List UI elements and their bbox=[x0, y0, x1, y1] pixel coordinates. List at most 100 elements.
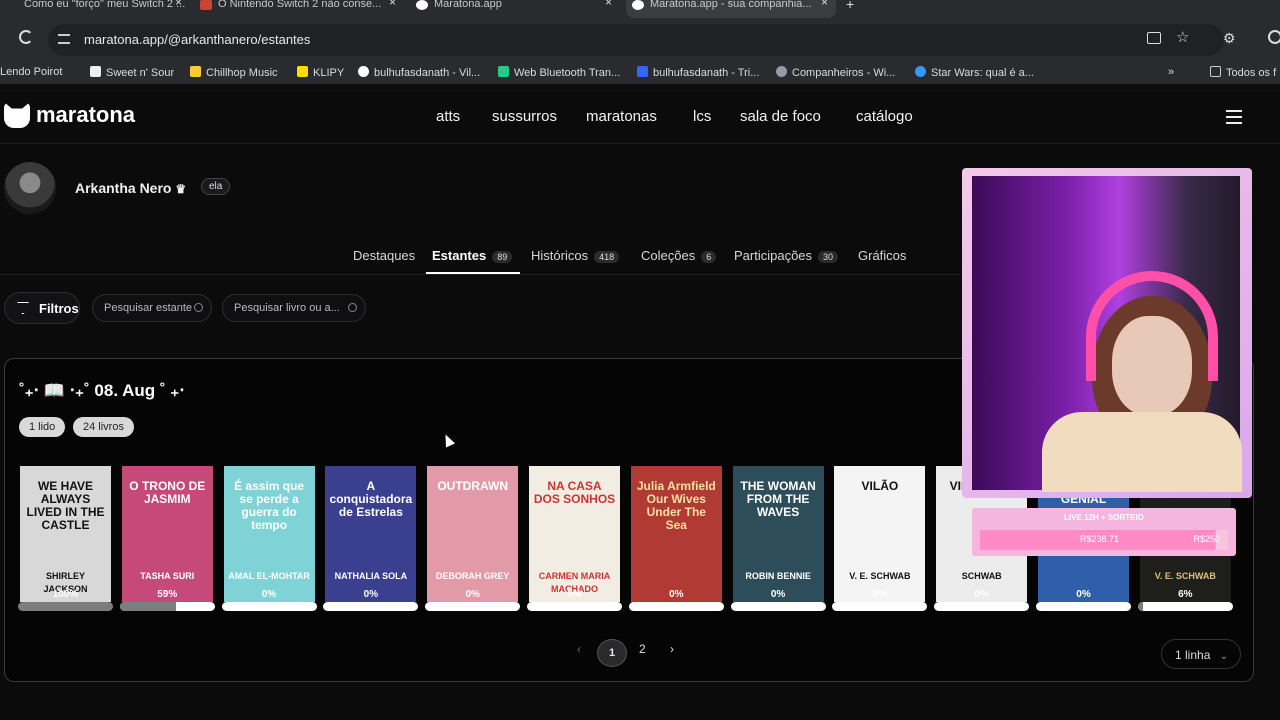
book-cover[interactable]: THE WOMAN FROM THE WAVES ROBIN BENNIE bbox=[732, 466, 824, 602]
bookmark-item[interactable]: Lendo Poirot bbox=[0, 66, 62, 78]
tab-participacoes[interactable]: Participações 30 bbox=[734, 248, 839, 263]
book-cover[interactable]: OUTDRAWN DEBORAH GREY bbox=[427, 466, 519, 602]
webcam-overlay bbox=[962, 168, 1252, 498]
search-book-placeholder: Pesquisar livro ou a... bbox=[234, 302, 340, 314]
bookmark-favicon-icon bbox=[915, 66, 926, 77]
rows-select[interactable]: 1 linha ⌄ bbox=[1161, 639, 1241, 669]
site-logo[interactable]: maratona bbox=[4, 102, 135, 128]
book-progress-fill bbox=[1137, 602, 1144, 611]
folder-icon bbox=[1210, 66, 1221, 77]
browser-tab[interactable]: O Nintendo Switch 2 não conse... × bbox=[194, 0, 404, 18]
url-text: maratona.app/@arkanthanero/estantes bbox=[84, 32, 311, 47]
all-bookmarks-label: Todos os f bbox=[1226, 67, 1277, 79]
shelf-title[interactable]: ˚₊‧ 📖 ‧₊˚ 08. Aug ˚ ₊‧ bbox=[19, 381, 185, 401]
next-page-icon[interactable]: › bbox=[670, 642, 674, 656]
site-info-icon[interactable] bbox=[58, 34, 70, 44]
browser-tab-active[interactable]: Maratona.app - sua companhia... × bbox=[626, 0, 836, 18]
bookmark-item[interactable]: bulhufasdanath - Tri... bbox=[637, 66, 759, 79]
profile-name: Arkantha Nero ♛ bbox=[75, 180, 186, 196]
nav-sussurros[interactable]: sussurros bbox=[492, 108, 557, 125]
bookmark-item[interactable]: Chillhop Music bbox=[190, 66, 278, 79]
page-1-button[interactable]: 1 bbox=[597, 639, 627, 667]
donation-progress-bar: R$238.71 R$250 bbox=[980, 530, 1228, 550]
book-author: NATHALIA SOLA bbox=[334, 571, 408, 581]
bookmark-favicon-icon bbox=[190, 66, 201, 77]
close-icon[interactable]: × bbox=[389, 0, 396, 8]
profile-name-text: Arkantha Nero bbox=[75, 180, 172, 196]
book-title: O TRONO DE JASMIM bbox=[129, 479, 206, 506]
bookmark-favicon-icon bbox=[90, 66, 101, 77]
bookmark-star-icon[interactable]: ☆ bbox=[1176, 28, 1189, 46]
search-shelf-placeholder: Pesquisar estante bbox=[104, 302, 193, 314]
book-progress-bar bbox=[119, 602, 215, 611]
book-cover[interactable]: Julia Armfield Our Wives Under The Sea bbox=[630, 466, 722, 602]
bookmark-item[interactable]: bulhufasdanath - Vil... bbox=[358, 66, 480, 79]
book-cover[interactable]: A conquistadora de Estrelas NATHALIA SOLA bbox=[325, 466, 417, 602]
book-cover[interactable]: O TRONO DE JASMIM TASHA SURI bbox=[121, 466, 213, 602]
search-shelf-input[interactable]: Pesquisar estante bbox=[92, 294, 212, 322]
page-2-button[interactable]: 2 bbox=[639, 642, 646, 656]
bookmarks-overflow-icon[interactable]: » bbox=[1168, 66, 1174, 78]
bookmark-item[interactable]: Companheiros - Wi... bbox=[776, 66, 895, 79]
tab-label: Gráficos bbox=[858, 248, 907, 263]
tab-title: Como eu "forço" meu Switch 2 ... bbox=[24, 0, 186, 10]
search-book-input[interactable]: Pesquisar livro ou a... bbox=[222, 294, 366, 322]
bookmark-item[interactable]: Star Wars: qual é a... bbox=[915, 66, 1034, 79]
donation-current: R$238.71 bbox=[1080, 534, 1120, 544]
nav-sala-de-foco[interactable]: sala de foco bbox=[740, 108, 821, 125]
bookmark-label: Companheiros - Wi... bbox=[792, 67, 896, 79]
book-cover[interactable]: NA CASA DOS SONHOS CARMEN MARIA MACHADO bbox=[529, 466, 620, 602]
chip-read: 1 lido bbox=[19, 417, 66, 437]
webcam-feed bbox=[972, 176, 1242, 492]
book-title: OUTDRAWN bbox=[437, 479, 509, 493]
headphones-icon bbox=[1086, 271, 1218, 381]
tab-estantes[interactable]: Estantes 89 bbox=[432, 248, 513, 263]
install-app-icon[interactable] bbox=[1147, 32, 1161, 44]
book-progress-bar bbox=[628, 602, 724, 611]
browser-tab[interactable]: Maratona.app × bbox=[410, 0, 620, 18]
tab-graficos[interactable]: Gráficos bbox=[858, 248, 906, 263]
tab-favicon-icon bbox=[6, 0, 18, 10]
book-progress-fill bbox=[119, 602, 176, 611]
close-icon[interactable]: × bbox=[821, 0, 828, 8]
close-icon[interactable]: × bbox=[175, 0, 182, 8]
nav-catalogo[interactable]: catálogo bbox=[856, 108, 913, 125]
bookmark-item[interactable]: Sweet n' Sour bbox=[90, 66, 174, 79]
bookmark-item[interactable]: KLIPY bbox=[297, 66, 344, 79]
nav-atts[interactable]: atts bbox=[436, 108, 460, 125]
new-tab-icon[interactable]: + bbox=[846, 0, 854, 12]
tab-count: 418 bbox=[594, 251, 620, 263]
tab-colecoes[interactable]: Coleções 6 bbox=[641, 248, 717, 263]
chevron-down-icon: ⌄ bbox=[1219, 651, 1229, 662]
bookmark-item[interactable]: Web Bluetooth Tran... bbox=[498, 66, 620, 79]
book-title: VILÃO bbox=[861, 479, 899, 493]
menu-icon[interactable] bbox=[1226, 110, 1242, 124]
bookmark-favicon-icon bbox=[637, 66, 648, 77]
tab-label: Históricos bbox=[531, 248, 589, 263]
donation-goal: R$250 bbox=[1193, 534, 1220, 544]
book-cover[interactable]: VILÃO V. E. SCHWAB bbox=[834, 466, 926, 602]
cat-logo-icon bbox=[4, 102, 30, 128]
nav-lcs[interactable]: lcs bbox=[693, 108, 711, 125]
book-progress-percent: 59% bbox=[157, 589, 178, 600]
nav-maratonas[interactable]: maratonas bbox=[586, 108, 657, 125]
book-cover[interactable]: WE HAVE ALWAYS LIVED IN THE CASTLE SHIRLE… bbox=[20, 466, 111, 602]
bookmark-label: bulhufasdanath - Vil... bbox=[374, 67, 481, 79]
avatar[interactable] bbox=[4, 162, 56, 214]
filters-button[interactable]: Filtros bbox=[4, 292, 80, 324]
tab-label: Estantes bbox=[432, 248, 487, 263]
reload-icon[interactable] bbox=[19, 30, 33, 44]
close-icon[interactable]: × bbox=[605, 0, 612, 8]
profile-icon[interactable] bbox=[1268, 30, 1280, 44]
book-progress-bar bbox=[425, 602, 521, 611]
donation-goal-widget: LIVE 12H + SORTEIO R$238.71 R$250 bbox=[972, 508, 1236, 556]
bookmark-label: Star Wars: qual é a... bbox=[931, 67, 1034, 79]
browser-tab[interactable]: Como eu "forço" meu Switch 2 ... × bbox=[0, 0, 190, 18]
tab-destaques[interactable]: Destaques bbox=[353, 248, 415, 263]
extensions-icon[interactable]: ⚙ bbox=[1223, 30, 1236, 47]
prev-page-icon[interactable]: ‹ bbox=[577, 642, 581, 656]
book-cover[interactable]: É assim que se perde a guerra do tempo AM… bbox=[223, 466, 315, 602]
tab-historicos[interactable]: Históricos 418 bbox=[531, 248, 620, 263]
all-bookmarks-folder[interactable]: Todos os f bbox=[1210, 66, 1276, 79]
book-progress-bar bbox=[18, 602, 113, 611]
